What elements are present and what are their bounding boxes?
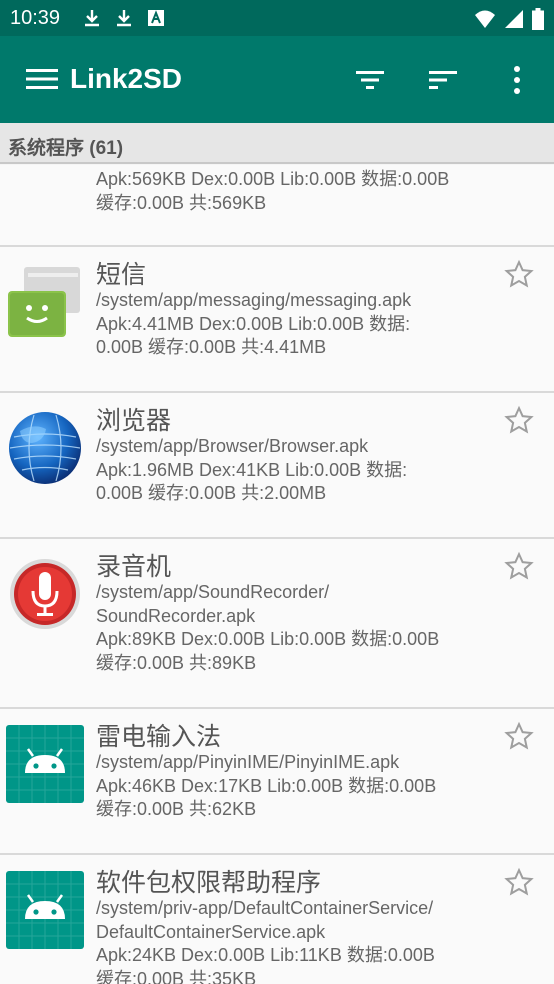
size-info-line: Apk:89KB Dex:0.00B Lib:0.00B 数据:0.00B [96,629,440,649]
app-list[interactable]: Apk:569KB Dex:0.00B Lib:0.00B 数据:0.00B 缓… [0,165,554,984]
app-path: SoundRecorder.apk [96,605,256,626]
size-info-line: 缓存:0.00B 共:569KB [96,192,267,213]
app-path: /system/app/PinyinIME/PinyinIME.apk [96,752,400,772]
wifi-icon [475,10,495,28]
size-info-line: 0.00B 缓存:0.00B 共:4.41MB [96,337,327,357]
star-icon[interactable] [504,405,534,435]
app-path: /system/priv-app/DefaultContainerService… [96,898,434,918]
section-header: 系统程序 (61) [0,123,554,164]
signal-icon [505,10,523,28]
status-bar: 10:39 [0,0,554,36]
hamburger-menu-icon[interactable] [26,67,58,91]
list-item[interactable]: 软件包权限帮助程序 /system/priv-app/DefaultContai… [0,855,554,984]
list-item[interactable]: 雷电输入法 /system/app/PinyinIME/PinyinIME.ap… [0,709,554,855]
section-label: 系统程序 (61) [8,138,124,159]
app-name: 浏览器 [96,407,172,435]
app-path: /system/app/SoundRecorder/ [96,582,330,602]
more-options-icon[interactable] [501,64,533,96]
app-name: 雷电输入法 [96,723,222,751]
microphone-icon [10,559,80,629]
status-time: 10:39 [10,7,61,29]
battery-icon [532,8,544,30]
size-info-line: Apk:569KB Dex:0.00B Lib:0.00B 数据:0.00B [96,169,450,189]
star-icon[interactable] [504,721,534,751]
star-icon[interactable] [504,259,534,289]
size-info-line: 0.00B 缓存:0.00B 共:2.00MB [96,483,327,503]
list-item[interactable]: 录音机 /system/app/SoundRecorder/ SoundReco… [0,539,554,709]
app-title: Link2SD [70,63,183,94]
app-path: DefaultContainerService.apk [96,921,326,942]
size-info-line: 缓存:0.00B 共:35KB [96,968,257,984]
size-info-line: Apk:46KB Dex:17KB Lib:0.00B 数据:0.00B [96,775,437,796]
android-icon [6,725,84,803]
app-name: 软件包权限帮助程序 [96,869,322,897]
app-name: 短信 [96,261,147,289]
app-path: /system/app/messaging/messaging.apk [96,290,412,310]
size-info-line: 缓存:0.00B 共:89KB [96,652,257,673]
list-item[interactable]: 短信 /system/app/messaging/messaging.apk A… [0,247,554,393]
keyboard-a-icon [148,10,164,26]
size-info-line: Apk:1.96MB Dex:41KB Lib:0.00B 数据: [96,459,408,480]
list-item[interactable]: 浏览器 /system/app/Browser/Browser.apk Apk:… [0,393,554,539]
android-icon [6,871,84,949]
download-icon [85,10,99,27]
app-bar: Link2SD [0,36,554,123]
messaging-icon [8,267,80,337]
filter-icon[interactable] [354,64,386,96]
size-info-line: Apk:4.41MB Dex:0.00B Lib:0.00B 数据: [96,313,411,334]
star-icon[interactable] [504,551,534,581]
download-icon [117,10,131,27]
app-path: /system/app/Browser/Browser.apk [96,436,369,456]
list-item[interactable]: Apk:569KB Dex:0.00B Lib:0.00B 数据:0.00B 缓… [0,165,554,247]
size-info-line: Apk:24KB Dex:0.00B Lib:11KB 数据:0.00B [96,945,435,965]
sort-icon[interactable] [427,64,459,96]
size-info-line: 缓存:0.00B 共:62KB [96,799,257,819]
globe-icon [9,412,81,484]
app-name: 录音机 [96,553,172,581]
star-icon[interactable] [504,867,534,897]
